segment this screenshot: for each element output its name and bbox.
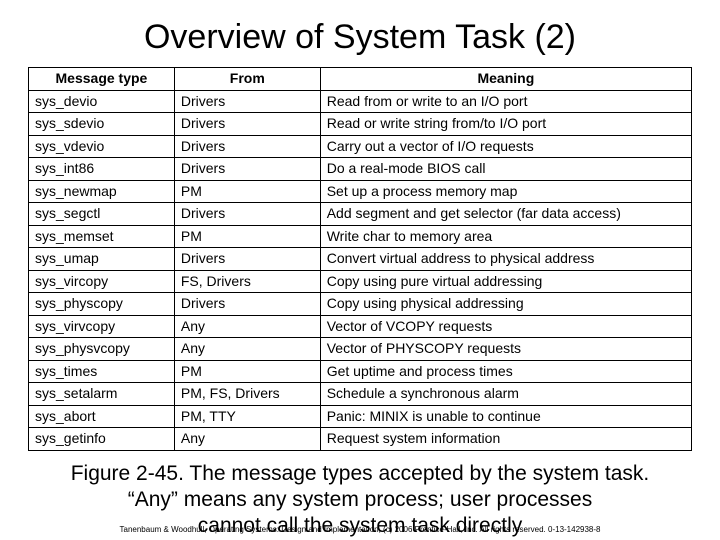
- cell-type: sys_umap: [29, 248, 175, 271]
- cell-meaning: Schedule a synchronous alarm: [320, 383, 691, 406]
- col-header-meaning: Meaning: [320, 68, 691, 91]
- table-row: sys_getinfoAnyRequest system information: [29, 428, 692, 451]
- cell-from: Drivers: [174, 90, 320, 113]
- cell-from: FS, Drivers: [174, 270, 320, 293]
- table-row: sys_abortPM, TTYPanic: MINIX is unable t…: [29, 405, 692, 428]
- cell-meaning: Get uptime and process times: [320, 360, 691, 383]
- cell-from: Drivers: [174, 293, 320, 316]
- cell-from: Drivers: [174, 203, 320, 226]
- cell-type: sys_physvcopy: [29, 338, 175, 361]
- page-title: Overview of System Task (2): [28, 18, 692, 57]
- table-row: sys_setalarmPM, FS, DriversSchedule a sy…: [29, 383, 692, 406]
- table-row: sys_devioDriversRead from or write to an…: [29, 90, 692, 113]
- cell-type: sys_abort: [29, 405, 175, 428]
- cell-from: PM: [174, 360, 320, 383]
- cell-from: PM, FS, Drivers: [174, 383, 320, 406]
- table-row: sys_timesPMGet uptime and process times: [29, 360, 692, 383]
- table-row: sys_physcopyDriversCopy using physical a…: [29, 293, 692, 316]
- message-table: Message type From Meaning sys_devioDrive…: [28, 67, 692, 451]
- cell-meaning: Copy using pure virtual addressing: [320, 270, 691, 293]
- cell-meaning: Read or write string from/to I/O port: [320, 113, 691, 136]
- slide: Overview of System Task (2) Message type…: [0, 0, 720, 540]
- cell-type: sys_vircopy: [29, 270, 175, 293]
- cell-type: sys_newmap: [29, 180, 175, 203]
- cell-from: Drivers: [174, 113, 320, 136]
- table-header-row: Message type From Meaning: [29, 68, 692, 91]
- col-header-from: From: [174, 68, 320, 91]
- cell-type: sys_devio: [29, 90, 175, 113]
- cell-meaning: Do a real-mode BIOS call: [320, 158, 691, 181]
- cell-type: sys_setalarm: [29, 383, 175, 406]
- cell-from: Any: [174, 338, 320, 361]
- cell-meaning: Write char to memory area: [320, 225, 691, 248]
- table-row: sys_newmapPMSet up a process memory map: [29, 180, 692, 203]
- cell-from: Drivers: [174, 135, 320, 158]
- cell-meaning: Panic: MINIX is unable to continue: [320, 405, 691, 428]
- cell-meaning: Carry out a vector of I/O requests: [320, 135, 691, 158]
- cell-type: sys_memset: [29, 225, 175, 248]
- cell-type: sys_physcopy: [29, 293, 175, 316]
- cell-meaning: Set up a process memory map: [320, 180, 691, 203]
- cell-from: Drivers: [174, 248, 320, 271]
- cell-type: sys_segctl: [29, 203, 175, 226]
- caption-line: “Any” means any system process; user pro…: [128, 488, 593, 511]
- table-row: sys_umapDriversConvert virtual address t…: [29, 248, 692, 271]
- cell-type: sys_times: [29, 360, 175, 383]
- table-row: sys_vdevioDriversCarry out a vector of I…: [29, 135, 692, 158]
- cell-from: PM, TTY: [174, 405, 320, 428]
- cell-type: sys_vdevio: [29, 135, 175, 158]
- cell-from: PM: [174, 225, 320, 248]
- table-row: sys_segctlDriversAdd segment and get sel…: [29, 203, 692, 226]
- cell-meaning: Copy using physical addressing: [320, 293, 691, 316]
- cell-meaning: Request system information: [320, 428, 691, 451]
- cell-from: Drivers: [174, 158, 320, 181]
- caption-line: Figure 2-45. The message types accepted …: [71, 462, 650, 485]
- table-row: sys_physvcopyAnyVector of PHYSCOPY reque…: [29, 338, 692, 361]
- table-row: sys_vircopyFS, DriversCopy using pure vi…: [29, 270, 692, 293]
- cell-meaning: Vector of PHYSCOPY requests: [320, 338, 691, 361]
- copyright-footer: Tanenbaum & Woodhull, Operating Systems:…: [0, 525, 720, 534]
- cell-from: Any: [174, 428, 320, 451]
- cell-meaning: Add segment and get selector (far data a…: [320, 203, 691, 226]
- cell-meaning: Read from or write to an I/O port: [320, 90, 691, 113]
- cell-type: sys_sdevio: [29, 113, 175, 136]
- table-row: sys_int86DriversDo a real-mode BIOS call: [29, 158, 692, 181]
- cell-type: sys_getinfo: [29, 428, 175, 451]
- cell-type: sys_int86: [29, 158, 175, 181]
- table-row: sys_virvcopyAnyVector of VCOPY requests: [29, 315, 692, 338]
- col-header-type: Message type: [29, 68, 175, 91]
- cell-type: sys_virvcopy: [29, 315, 175, 338]
- cell-meaning: Vector of VCOPY requests: [320, 315, 691, 338]
- cell-meaning: Convert virtual address to physical addr…: [320, 248, 691, 271]
- cell-from: Any: [174, 315, 320, 338]
- table-row: sys_sdevioDriversRead or write string fr…: [29, 113, 692, 136]
- cell-from: PM: [174, 180, 320, 203]
- table-row: sys_memsetPMWrite char to memory area: [29, 225, 692, 248]
